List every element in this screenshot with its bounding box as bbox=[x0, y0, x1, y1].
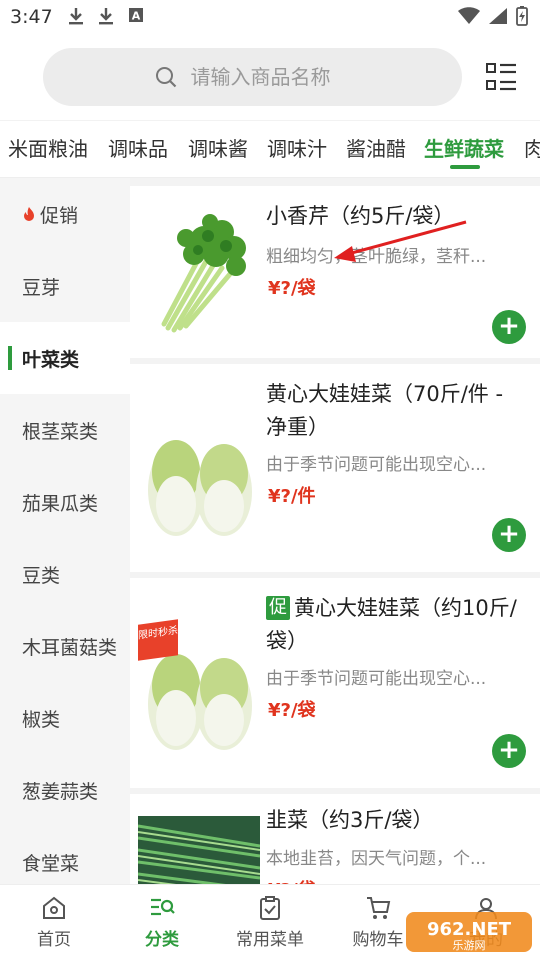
sidebar-item-fruit-vegetables[interactable]: 茄果瓜类 bbox=[0, 466, 130, 538]
status-system-icons bbox=[458, 6, 528, 26]
sidebar-item-label: 椒类 bbox=[22, 708, 61, 731]
home-icon bbox=[43, 896, 65, 919]
battery-icon bbox=[516, 6, 528, 26]
sidebar-item-promotion[interactable]: 促销 bbox=[0, 178, 130, 250]
product-description: 粗细均匀，茎叶脆绿，茎秆... bbox=[266, 247, 487, 267]
product-price: ¥?/袋 bbox=[268, 278, 316, 299]
sidebar-item-peppers[interactable]: 椒类 bbox=[0, 682, 130, 754]
product-image-baby-cabbage bbox=[148, 440, 252, 536]
nav-home[interactable]: 首页 bbox=[0, 895, 108, 950]
product-title: 韭菜（约3斤/袋） bbox=[266, 808, 434, 832]
tab-meat[interactable]: 肉 bbox=[524, 133, 540, 162]
product-card[interactable]: 黄心大娃娃菜（70斤/件 - 净重） 由于季节问题可能出现空心... ¥?/件 … bbox=[130, 364, 540, 572]
svg-text:962.NET: 962.NET bbox=[427, 919, 512, 940]
nav-cart-label: 购物车 bbox=[352, 930, 404, 950]
sidebar-item-label: 豆类 bbox=[22, 564, 61, 587]
search-box[interactable] bbox=[43, 48, 462, 106]
sidebar-item-label: 根茎菜类 bbox=[22, 420, 99, 443]
nav-common-menu[interactable]: 常用菜单 bbox=[216, 895, 324, 950]
category-tabs: 米面粮油 调味品 调味酱 调味汁 酱油醋 生鲜蔬菜 肉 bbox=[0, 120, 540, 178]
sidebar-item-label: 葱姜蒜类 bbox=[22, 780, 99, 803]
download-icon bbox=[99, 8, 113, 25]
product-price: ¥?/件 bbox=[268, 486, 316, 507]
subcategory-sidebar: 促销 豆芽 叶菜类 根茎菜类 茄果瓜类 豆类 木耳菌菇类 椒类 葱姜蒜类 食堂菜 bbox=[0, 178, 130, 884]
status-time: 3:47 bbox=[10, 6, 53, 28]
add-to-cart-button[interactable]: + bbox=[492, 518, 526, 552]
sidebar-item-leafy-vegetables[interactable]: 叶菜类 bbox=[0, 322, 130, 394]
product-title-text: 黄心大娃娃菜（约10斤/袋） bbox=[266, 596, 517, 653]
download-icon bbox=[69, 8, 83, 25]
product-card[interactable]: 韭菜（约3斤/袋） 本地韭苔，因天气问题，个... ¥?/袋 bbox=[130, 794, 540, 884]
clipboard-icon bbox=[260, 896, 280, 920]
product-description: 本地韭苔，因天气问题，个... bbox=[266, 849, 487, 869]
category-icon bbox=[151, 898, 175, 916]
product-price: ¥?/袋 bbox=[268, 700, 316, 721]
nav-category[interactable]: 分类 bbox=[108, 895, 216, 950]
add-to-cart-button[interactable]: + bbox=[492, 734, 526, 768]
site-watermark-logo: 962.NET 乐游网 bbox=[406, 912, 532, 952]
product-description: 由于季节问题可能出现空心... bbox=[266, 669, 487, 689]
sidebar-item-label: 木耳菌菇类 bbox=[22, 636, 118, 659]
product-description: 由于季节问题可能出现空心... bbox=[266, 455, 487, 475]
product-price: ¥?/袋 bbox=[268, 876, 316, 884]
sidebar-item-label: 食堂菜 bbox=[22, 852, 80, 875]
sidebar-item-bean-sprouts[interactable]: 豆芽 bbox=[0, 250, 130, 322]
list-view-toggle-icon[interactable] bbox=[486, 62, 518, 92]
promotion-tag: 促 bbox=[266, 596, 290, 620]
product-title: 小香芹（约5斤/袋） bbox=[266, 204, 455, 228]
tab-seasoning[interactable]: 调味品 bbox=[108, 133, 168, 162]
status-notifications: A bbox=[68, 6, 144, 26]
sidebar-item-label: 豆芽 bbox=[22, 276, 61, 299]
sidebar-item-mushrooms[interactable]: 木耳菌菇类 bbox=[0, 610, 130, 682]
sidebar-item-root-vegetables[interactable]: 根茎菜类 bbox=[0, 394, 130, 466]
search-row bbox=[0, 48, 540, 108]
active-tab-indicator bbox=[450, 165, 480, 169]
add-to-cart-button[interactable]: + bbox=[492, 310, 526, 344]
sidebar-item-label: 促销 bbox=[40, 204, 79, 227]
product-title: 促黄心大娃娃菜（约10斤/袋） bbox=[266, 592, 528, 658]
product-list: 小香芹（约5斤/袋） 粗细均匀，茎叶脆绿，茎秆... ¥?/袋 + 黄心大娃娃菜… bbox=[130, 178, 540, 884]
tab-soy-vinegar[interactable]: 酱油醋 bbox=[346, 133, 406, 162]
nav-home-label: 首页 bbox=[37, 930, 71, 950]
flash-sale-ribbon: 限时秒杀 bbox=[138, 619, 178, 661]
sidebar-item-beans[interactable]: 豆类 bbox=[0, 538, 130, 610]
nav-common-menu-label: 常用菜单 bbox=[236, 930, 304, 950]
product-title: 黄心大娃娃菜（70斤/件 - 净重） bbox=[266, 382, 504, 439]
nav-category-label: 分类 bbox=[145, 930, 179, 950]
product-card[interactable]: 限时秒杀 促黄心大娃娃菜（约10斤/袋） 由于季节问题可能出现空心... ¥?/… bbox=[130, 578, 540, 788]
svg-text:A: A bbox=[132, 10, 141, 23]
tab-juice-seasoning[interactable]: 调味汁 bbox=[267, 133, 327, 162]
product-image-chives bbox=[138, 816, 260, 884]
product-image-celery bbox=[161, 214, 246, 333]
sidebar-item-label: 叶菜类 bbox=[22, 348, 80, 371]
product-card[interactable]: 小香芹（约5斤/袋） 粗细均匀，茎叶脆绿，茎秆... ¥?/袋 + bbox=[130, 186, 540, 358]
cart-icon bbox=[367, 897, 391, 919]
signal-icon bbox=[489, 8, 507, 24]
sidebar-item-label: 茄果瓜类 bbox=[22, 492, 99, 515]
status-bar: 3:47 A bbox=[0, 0, 540, 36]
svg-text:乐游网: 乐游网 bbox=[453, 939, 486, 952]
wifi-icon bbox=[458, 7, 480, 24]
tab-fresh-vegetables[interactable]: 生鲜蔬菜 bbox=[424, 133, 504, 162]
search-input[interactable] bbox=[190, 65, 351, 89]
hot-icon bbox=[24, 207, 34, 221]
tab-sauce[interactable]: 调味酱 bbox=[188, 133, 248, 162]
sidebar-item-onion-ginger-garlic[interactable]: 葱姜蒜类 bbox=[0, 754, 130, 826]
a-icon: A bbox=[129, 8, 143, 23]
search-icon bbox=[155, 67, 176, 88]
tab-rice-flour-oil[interactable]: 米面粮油 bbox=[8, 133, 88, 162]
